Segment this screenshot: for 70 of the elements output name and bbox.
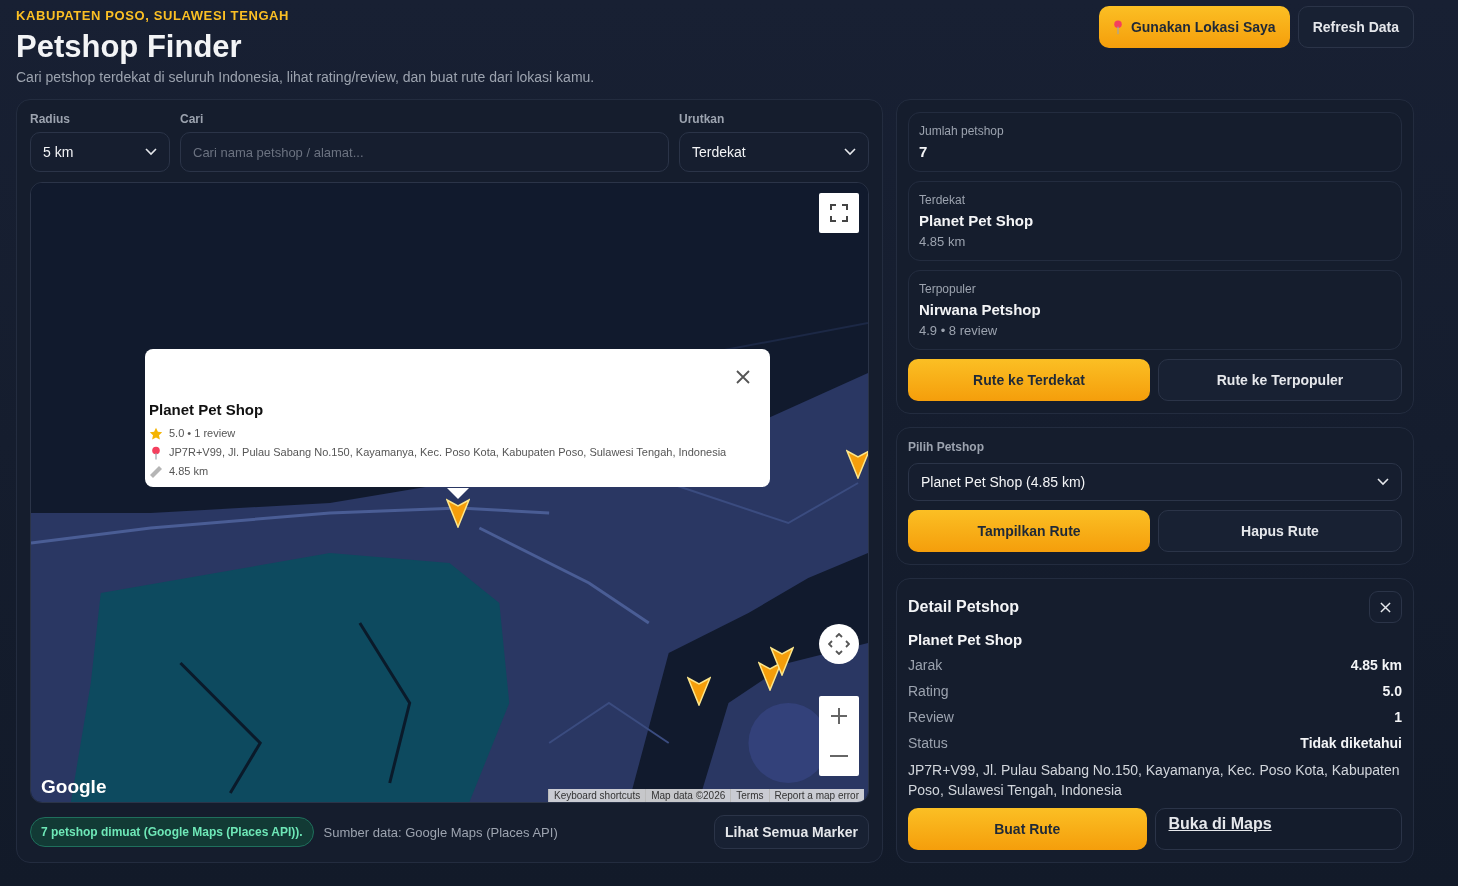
attribution-link[interactable]: Report a map error [768,789,864,802]
page-subtitle: Cari petshop terdekat di seluruh Indonesia, lihat rating/review, dan buat rute dari lokasi kamu. [16,69,595,85]
stat-detail: 4.9 • 8 review [919,323,999,338]
petshop-name: Planet Pet Shop [908,631,1024,648]
route-button[interactable]: Buat Rute [908,808,1147,850]
region-label: KABUPATEN POSO, SULAWESI TENGAH [16,8,291,23]
field-label: Radius [30,112,71,126]
route-button[interactable]: Rute ke Terdekat [908,359,1150,401]
popup-rating: 5.0 • 1 review [169,426,236,441]
detail-label: Review [908,709,954,725]
marker-icon[interactable] [687,676,711,706]
stat-value: Nirwana Petshop [919,301,1042,318]
stat-label: Terpopuler [919,282,977,296]
detail-value: Tidak diketahui [1300,735,1402,751]
field-label: Urutkan [679,112,726,126]
detail-label: Rating [908,683,949,699]
detail-label: Jarak [908,657,943,673]
route-button[interactable]: Hapus Rute [1158,510,1402,552]
location-button[interactable]: Gunakan Lokasi Saya [1098,6,1290,48]
popup-address: JP7R+V99, Jl. Pulau Sabang No.150, Kayamanya, Kec. Poso Kota, Kabupaten Poso, Sulawesi Tengah, Indonesia [169,445,727,460]
stat-value: 7 [919,143,929,160]
marker-icon[interactable] [446,498,470,528]
marker-icon[interactable] [846,449,868,479]
star-icon [149,426,163,441]
marker-icon[interactable] [758,661,782,691]
close-icon [1380,601,1391,613]
marker-icon[interactable] [770,646,794,676]
ruler-icon [149,464,163,479]
stat-label: Terdekat [919,193,967,207]
stat-label: Jumlah petshop [919,124,1005,138]
fullscreen-icon [830,204,848,222]
chevron-icon [844,148,856,156]
petshop-address: JP7R+V99, Jl. Pulau Sabang No.150, Kayamanya, Kec. Poso Kota, Kabupaten Poso, Sulawesi Tengah, Indonesia [908,761,1401,800]
detail-label: Status [908,735,948,751]
attribution-link[interactable]: Map data ©2026 [645,789,731,802]
status-badge: 7 petshop dimuat (Google Maps (Places API)). [30,817,314,847]
attribution-link[interactable]: Terms [730,789,769,802]
pin-icon [1112,19,1123,35]
detail-value: 5.0 [1382,683,1402,699]
route-button[interactable]: Tampilkan Rute [908,510,1150,552]
popup-distance: 4.85 km [169,464,209,479]
popup-title: Planet Pet Shop [149,401,265,418]
maps-link[interactable]: Buka di Maps [1154,808,1402,850]
fullscreen-button[interactable] [819,193,859,233]
detail-value: 4.85 km [1350,657,1402,673]
map-logo: Google [41,776,107,798]
move-icon [828,633,850,655]
minus-icon [830,755,848,757]
close-button[interactable] [1369,591,1402,623]
petshop-select[interactable]: Planet Pet Shop (4.85 km) [908,463,1402,501]
refresh-button[interactable]: Refresh Data [1297,6,1414,48]
page-title: Petshop Finder [16,29,243,65]
detail-title: Detail Petshop [908,598,1020,616]
search-field[interactable]: Cari nama petshop / alamat... [180,132,669,172]
chevron-icon [145,148,157,156]
show-markers-button[interactable]: Lihat Semua Marker [713,815,869,849]
source-text: Sumber data: Google Maps (Places API) [323,824,559,840]
radius-select[interactable]: 5 km [30,132,170,172]
route-button[interactable]: Rute ke Terpopuler [1158,359,1402,401]
stat-detail: 4.85 km [919,234,967,249]
close-icon[interactable] [736,370,750,384]
plus-icon [830,707,848,725]
stat-value: Planet Pet Shop [919,212,1035,229]
attribution-link[interactable]: Keyboard shortcuts [548,789,646,802]
pin-icon [149,445,163,460]
chevron-icon [1377,478,1389,486]
detail-value: 1 [1394,709,1402,725]
field-label: Pilih Petshop [908,440,985,454]
sort-select[interactable]: Terdekat [679,132,869,172]
field-label: Cari [180,112,205,126]
